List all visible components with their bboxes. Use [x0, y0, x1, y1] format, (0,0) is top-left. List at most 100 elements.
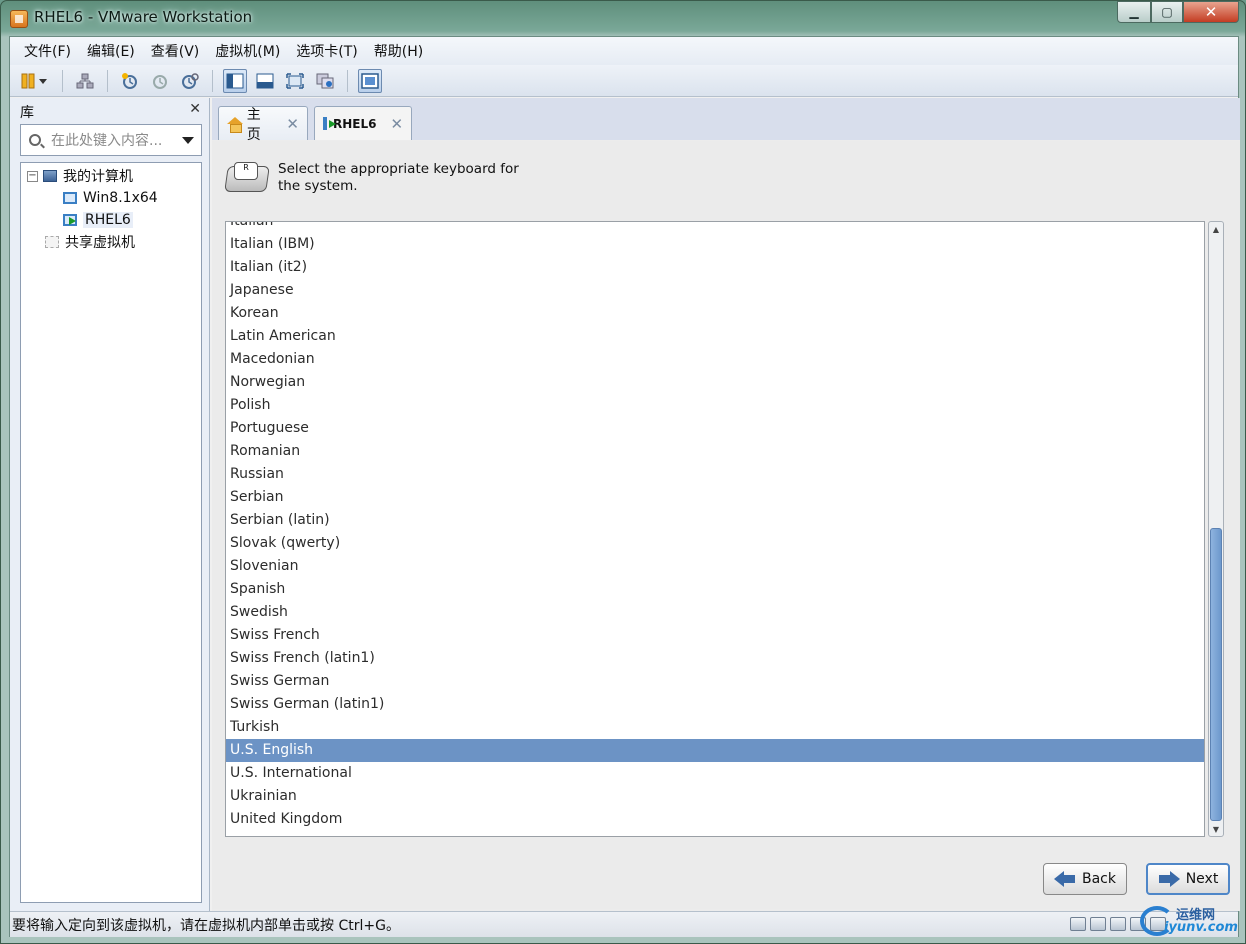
keyboard-icon: R — [224, 160, 270, 194]
view-console-icon — [226, 73, 244, 88]
network-button[interactable] — [73, 69, 97, 93]
show-library-button[interactable] — [223, 68, 247, 93]
snapshot-revert-icon — [153, 74, 167, 89]
keyboard-list-item[interactable]: Italian — [226, 222, 1204, 233]
network-icon — [76, 73, 94, 88]
tree-node-shared-vms[interactable]: 共享虚拟机 — [45, 232, 135, 252]
keyboard-list-item[interactable]: Swiss German — [226, 670, 1204, 693]
menu-edit[interactable]: 编辑(E) — [79, 41, 143, 61]
watermark-logo: 运维网 iyunv.com — [1140, 904, 1238, 938]
collapse-icon[interactable]: − — [27, 170, 38, 182]
list-scrollbar[interactable]: ▲ ▼ — [1208, 221, 1224, 837]
search-icon — [29, 134, 41, 146]
library-search[interactable]: 在此处键入内容... — [20, 124, 202, 156]
keyboard-list-item[interactable]: Serbian (latin) — [226, 509, 1204, 532]
keyboard-list-item[interactable]: Spanish — [226, 578, 1204, 601]
keyboard-list-item[interactable]: Swedish — [226, 601, 1204, 624]
revert-snapshot-button[interactable] — [148, 69, 172, 93]
keyboard-list-item[interactable]: U.S. International — [226, 762, 1204, 785]
scrollbar-thumb[interactable] — [1210, 528, 1222, 821]
menu-help[interactable]: 帮助(H) — [366, 41, 431, 61]
guest-display[interactable]: R Select the appropriate keyboard for th… — [212, 141, 1240, 909]
keyboard-list-item[interactable]: Serbian — [226, 486, 1204, 509]
keyboard-list-item[interactable]: U.S. English — [226, 739, 1204, 762]
library-panel: 库 ✕ 在此处键入内容... − 我的计算机 Win8.1x64 RHEL6 共… — [10, 98, 210, 911]
cd-drive-icon[interactable] — [1090, 917, 1106, 931]
tree-node-my-computer[interactable]: − 我的计算机 — [27, 166, 133, 186]
vmware-window: RHEL6 - VMware Workstation ▁ ▢ ✕ 文件(F) 编… — [0, 0, 1246, 944]
menu-file[interactable]: 文件(F) — [16, 41, 79, 61]
pause-icon — [21, 73, 47, 88]
close-icon: ✕ — [1204, 3, 1218, 21]
pause-button[interactable] — [18, 69, 52, 93]
chevron-down-icon[interactable] — [182, 136, 194, 144]
menu-vm[interactable]: 虚拟机(M) — [207, 41, 288, 61]
instruction-text: Select the appropriate keyboard for the … — [278, 161, 519, 194]
home-icon — [227, 117, 243, 133]
keyboard-list-item[interactable]: Italian (it2) — [226, 256, 1204, 279]
snapshot-take-icon — [122, 72, 137, 89]
next-arrow-icon — [1158, 871, 1180, 887]
computer-icon — [43, 170, 57, 182]
scroll-up-icon[interactable]: ▲ — [1209, 222, 1223, 236]
keyboard-list-item[interactable]: Slovenian — [226, 555, 1204, 578]
toolbar-separator — [107, 69, 108, 92]
thumbnail-bar-button[interactable] — [253, 69, 277, 93]
keyboard-list-item[interactable]: Swiss French (latin1) — [226, 647, 1204, 670]
keyboard-list-item[interactable]: Portuguese — [226, 417, 1204, 440]
tree-node-label: RHEL6 — [83, 212, 133, 228]
keyboard-list-item[interactable]: Macedonian — [226, 348, 1204, 371]
back-button[interactable]: Back — [1043, 863, 1127, 895]
tree-node-rhel6[interactable]: RHEL6 — [63, 210, 133, 230]
keyboard-list-item[interactable]: Korean — [226, 302, 1204, 325]
title-bar[interactable]: RHEL6 - VMware Workstation ▁ ▢ ✕ — [1, 1, 1245, 35]
quick-switch-button[interactable] — [358, 68, 382, 93]
toolbar — [10, 65, 1238, 97]
menu-tabs[interactable]: 选项卡(T) — [288, 41, 365, 61]
maximize-icon: ▢ — [1161, 5, 1173, 19]
keyboard-list-item[interactable]: Slovak (qwerty) — [226, 532, 1204, 555]
toolbar-separator — [62, 69, 63, 92]
keyboard-list-item[interactable]: Japanese — [226, 279, 1204, 302]
keyboard-list-item[interactable]: Italian (IBM) — [226, 233, 1204, 256]
minimize-button[interactable]: ▁ — [1117, 1, 1151, 23]
hard-disk-icon[interactable] — [1070, 917, 1086, 931]
tab-label: RHEL6 — [333, 116, 377, 131]
tab-strip: 主页 ✕ RHEL6 ✕ — [212, 98, 1240, 143]
next-button[interactable]: Next — [1146, 863, 1230, 895]
unity-button[interactable] — [313, 69, 337, 93]
keyboard-list-item[interactable]: Swiss French — [226, 624, 1204, 647]
tree-node-win81[interactable]: Win8.1x64 — [63, 188, 158, 208]
snapshot-manager-button[interactable] — [178, 69, 202, 93]
tab-home[interactable]: 主页 ✕ — [218, 106, 308, 143]
search-input[interactable]: 在此处键入内容... — [51, 130, 182, 150]
close-window-button[interactable]: ✕ — [1183, 1, 1239, 23]
vm-running-icon — [63, 214, 77, 226]
keyboard-list-item[interactable]: Swiss German (latin1) — [226, 693, 1204, 716]
tab-label: 主页 — [246, 106, 261, 143]
close-library-button[interactable]: ✕ — [189, 101, 201, 117]
fullscreen-icon — [286, 72, 304, 89]
scroll-down-icon[interactable]: ▼ — [1209, 822, 1223, 836]
window-title: RHEL6 - VMware Workstation — [34, 8, 253, 26]
close-tab-icon[interactable]: ✕ — [286, 115, 299, 133]
keyboard-list-item[interactable]: Ukrainian — [226, 785, 1204, 808]
keyboard-list-item[interactable]: United Kingdom — [226, 808, 1204, 831]
network-adapter-icon[interactable] — [1110, 917, 1126, 931]
take-snapshot-button[interactable] — [118, 69, 142, 93]
keyboard-list-item[interactable]: Norwegian — [226, 371, 1204, 394]
tree-node-label: 共享虚拟机 — [65, 235, 135, 251]
keyboard-list-item[interactable]: Latin American — [226, 325, 1204, 348]
next-label: Next — [1185, 871, 1219, 887]
maximize-button[interactable]: ▢ — [1151, 1, 1183, 23]
menu-view[interactable]: 查看(V) — [143, 41, 208, 61]
fullscreen-button[interactable] — [283, 69, 307, 93]
keyboard-list-item[interactable]: Romanian — [226, 440, 1204, 463]
unity-icon — [316, 73, 334, 88]
keyboard-list-item[interactable]: Polish — [226, 394, 1204, 417]
close-tab-icon[interactable]: ✕ — [390, 115, 403, 133]
keyboard-list-item[interactable]: Turkish — [226, 716, 1204, 739]
keyboard-list[interactable]: Italian Italian (IBM) Italian (it2) Japanes… — [225, 221, 1205, 837]
tab-rhel6[interactable]: RHEL6 ✕ — [314, 106, 412, 140]
keyboard-list-item[interactable]: Russian — [226, 463, 1204, 486]
